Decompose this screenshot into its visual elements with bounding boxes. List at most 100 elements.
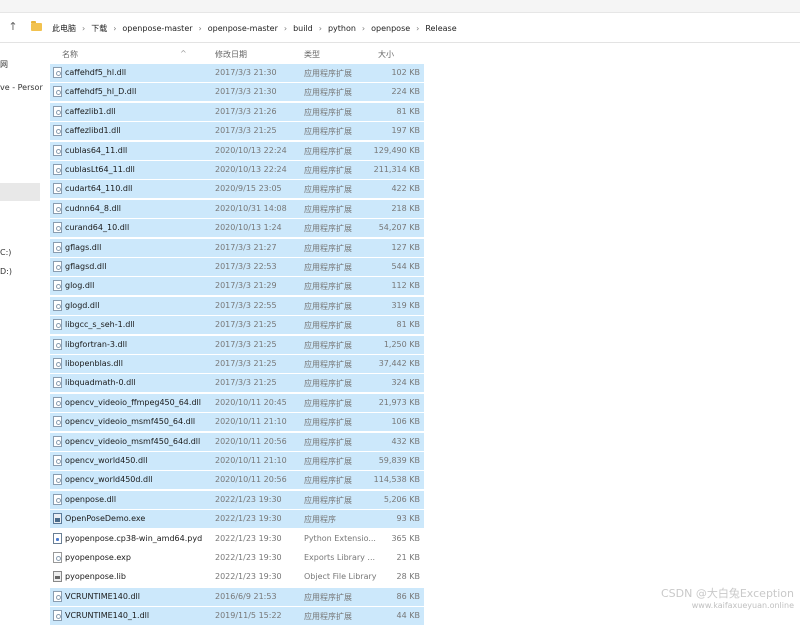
file-row[interactable]: gflagsd.dll 2017/3/3 22:53 应用程序扩展 544 KB	[50, 258, 424, 276]
file-size: 54,207 KB	[378, 223, 420, 233]
file-row[interactable]: opencv_videoio_msmf450_64.dll 2020/10/11 …	[50, 413, 424, 432]
file-type: 应用程序扩展	[304, 340, 352, 350]
file-row[interactable]: pyopenpose.exp 2022/1/23 19:30 Exports Lib…	[50, 549, 424, 567]
file-name: VCRUNTIME140.dll	[65, 591, 140, 601]
chevron-right-icon[interactable]: ›	[80, 24, 87, 33]
sidebar-item[interactable]: 网	[0, 59, 8, 70]
up-arrow-icon[interactable]: ↑	[6, 20, 20, 34]
file-date: 2017/3/3 21:26	[215, 106, 277, 116]
file-name: caffehdf5_hl_D.dll	[65, 87, 137, 97]
file-type: 应用程序扩展	[304, 457, 352, 466]
file-row[interactable]: cudnn64_8.dll 2020/10/31 14:08 应用程序扩展 218 K…	[50, 199, 424, 218]
file-row[interactable]: opencv_videoio_ffmpeg450_64.dll 2020/10/1…	[50, 393, 424, 412]
sidebar-item[interactable]: D:)	[0, 267, 12, 276]
address-bar[interactable]: ↑ 此电脑 › 下载 › openpose-master › openpose-master…	[0, 14, 800, 43]
file-name: opencv_world450d.dll	[65, 475, 153, 485]
file-row[interactable]: OpenPoseDemo.exe 2022/1/23 19:30 应用程序 93 KB	[50, 510, 424, 529]
file-size: 21,973 KB	[378, 397, 420, 407]
file-row[interactable]: cudart64_110.dll 2020/9/15 23:05 应用程序扩展 422…	[50, 180, 424, 199]
file-row[interactable]: pyopenpose.lib 2022/1/23 19:30 Object File…	[50, 568, 424, 586]
file-type: 应用程序扩展	[304, 282, 352, 292]
breadcrumb-item[interactable]: build	[289, 24, 317, 33]
sidebar-item[interactable]: ve - Persor	[0, 83, 43, 92]
column-type[interactable]: 类型	[304, 49, 320, 60]
dll-file-icon	[53, 377, 62, 389]
dll-file-icon	[53, 67, 62, 78]
file-size: 28 KB	[396, 572, 420, 582]
breadcrumb-item[interactable]: 此电脑	[48, 23, 80, 34]
file-date: 2020/10/11 20:45	[215, 397, 287, 407]
file-row[interactable]: glog.dll 2017/3/3 21:29 应用程序扩展 112 KB	[50, 277, 424, 296]
file-type: 应用程序扩展	[304, 321, 352, 331]
dll-file-icon	[53, 280, 62, 292]
file-row[interactable]: VCRUNTIME140.dll 2016/6/9 21:53 应用程序扩展 86 K…	[50, 587, 424, 606]
file-name: libgcc_s_seh-1.dll	[65, 320, 135, 330]
dll-file-icon	[53, 455, 62, 466]
file-row[interactable]: caffezlib1.dll 2017/3/3 21:26 应用程序扩展 81 KB	[50, 102, 424, 121]
file-name: pyopenpose.cp38-win_amd64.pyd	[65, 533, 203, 543]
file-row[interactable]: pyopenpose.cp38-win_amd64.pyd 2022/1/23 1…	[50, 530, 424, 548]
file-row[interactable]: opencv_videoio_msmf450_64d.dll 2020/10/11…	[50, 432, 424, 451]
breadcrumb-item[interactable]: openpose	[367, 24, 414, 33]
file-size: 544 KB	[391, 262, 420, 271]
file-row[interactable]: libgfortran-3.dll 2017/3/3 21:25 应用程序扩展 1,2…	[50, 335, 424, 354]
sidebar-selected-item[interactable]	[0, 183, 40, 201]
column-date[interactable]: 修改日期	[215, 49, 247, 60]
file-row[interactable]: caffehdf5_hl.dll 2017/3/3 21:30 应用程序扩展 102 …	[50, 64, 424, 82]
column-size[interactable]: 大小	[378, 49, 394, 60]
file-type: 应用程序扩展	[304, 360, 352, 369]
breadcrumb-item[interactable]: openpose-master	[118, 24, 196, 33]
breadcrumb-item[interactable]: Release	[421, 24, 460, 33]
file-type: 应用程序扩展	[304, 437, 352, 447]
breadcrumb-item[interactable]: openpose-master	[204, 24, 282, 33]
file-name: libgfortran-3.dll	[65, 339, 128, 349]
chevron-right-icon[interactable]: ›	[282, 24, 289, 33]
file-size: 218 KB	[391, 203, 420, 213]
file-size: 319 KB	[391, 300, 420, 310]
file-date: 2017/3/3 21:25	[215, 126, 277, 136]
file-name: libopenblas.dll	[65, 359, 123, 368]
dll-file-icon	[53, 144, 62, 156]
file-date: 2020/9/15 23:05	[215, 184, 282, 194]
breadcrumb-item[interactable]: python	[324, 24, 360, 33]
file-date: 2020/10/31 14:08	[215, 203, 287, 213]
file-row[interactable]: caffehdf5_hl_D.dll 2017/3/3 21:30 应用程序扩展 22…	[50, 83, 424, 102]
file-name: opencv_world450.dll	[65, 456, 148, 465]
file-row[interactable]: libquadmath-0.dll 2017/3/3 21:25 应用程序扩展 324…	[50, 374, 424, 393]
breadcrumb-item[interactable]: 下载	[87, 23, 111, 34]
dll-file-icon	[53, 610, 62, 622]
file-row[interactable]: gflags.dll 2017/3/3 21:27 应用程序扩展 127 KB	[50, 238, 424, 257]
sidebar-item[interactable]: C:)	[0, 248, 11, 257]
file-row[interactable]: openpose.dll 2022/1/23 19:30 应用程序扩展 5,206 K…	[50, 490, 424, 509]
file-size: 1,250 KB	[383, 339, 420, 349]
file-type: 应用程序扩展	[304, 204, 352, 214]
chevron-right-icon[interactable]: ›	[197, 24, 204, 33]
file-type: 应用程序	[304, 515, 336, 525]
file-date: 2020/10/11 20:56	[215, 436, 287, 446]
file-type: 应用程序扩展	[304, 166, 352, 175]
chevron-right-icon[interactable]: ›	[111, 24, 118, 33]
file-size: 127 KB	[391, 242, 420, 252]
file-row[interactable]: curand64_10.dll 2020/10/13 1:24 应用程序扩展 54,2…	[50, 219, 424, 238]
file-row[interactable]: libgcc_s_seh-1.dll 2017/3/3 21:25 应用程序扩展 81…	[50, 316, 424, 335]
file-type: 应用程序扩展	[304, 127, 352, 137]
file-row[interactable]: VCRUNTIME140_1.dll 2019/11/5 15:22 应用程序扩展 4…	[50, 607, 424, 625]
file-size: 324 KB	[391, 378, 420, 388]
file-row[interactable]: opencv_world450d.dll 2020/10/11 20:56 应用程序…	[50, 471, 424, 490]
chevron-right-icon[interactable]: ›	[360, 24, 367, 33]
file-row[interactable]: glogd.dll 2017/3/3 22:55 应用程序扩展 319 KB	[50, 296, 424, 315]
file-row[interactable]: caffezlibd1.dll 2017/3/3 21:25 应用程序扩展 197 K…	[50, 122, 424, 141]
py-file-icon	[53, 532, 62, 544]
file-row[interactable]: cublas64_11.dll 2020/10/13 22:24 应用程序扩展 129…	[50, 141, 424, 160]
dll-file-icon	[53, 435, 62, 447]
file-row[interactable]: libopenblas.dll 2017/3/3 21:25 应用程序扩展 37,44…	[50, 355, 424, 373]
file-size: 224 KB	[391, 87, 420, 97]
file-row[interactable]: opencv_world450.dll 2020/10/11 21:10 应用程序扩…	[50, 452, 424, 470]
chevron-right-icon[interactable]: ›	[414, 24, 421, 33]
column-name[interactable]: 名称	[62, 49, 78, 60]
file-type: Exports Library ...	[304, 553, 376, 562]
file-type: 应用程序扩展	[304, 69, 352, 78]
file-row[interactable]: cublasLt64_11.dll 2020/10/13 22:24 应用程序扩展 2…	[50, 161, 424, 179]
file-date: 2017/3/3 22:55	[215, 300, 277, 310]
chevron-right-icon[interactable]: ›	[317, 24, 324, 33]
